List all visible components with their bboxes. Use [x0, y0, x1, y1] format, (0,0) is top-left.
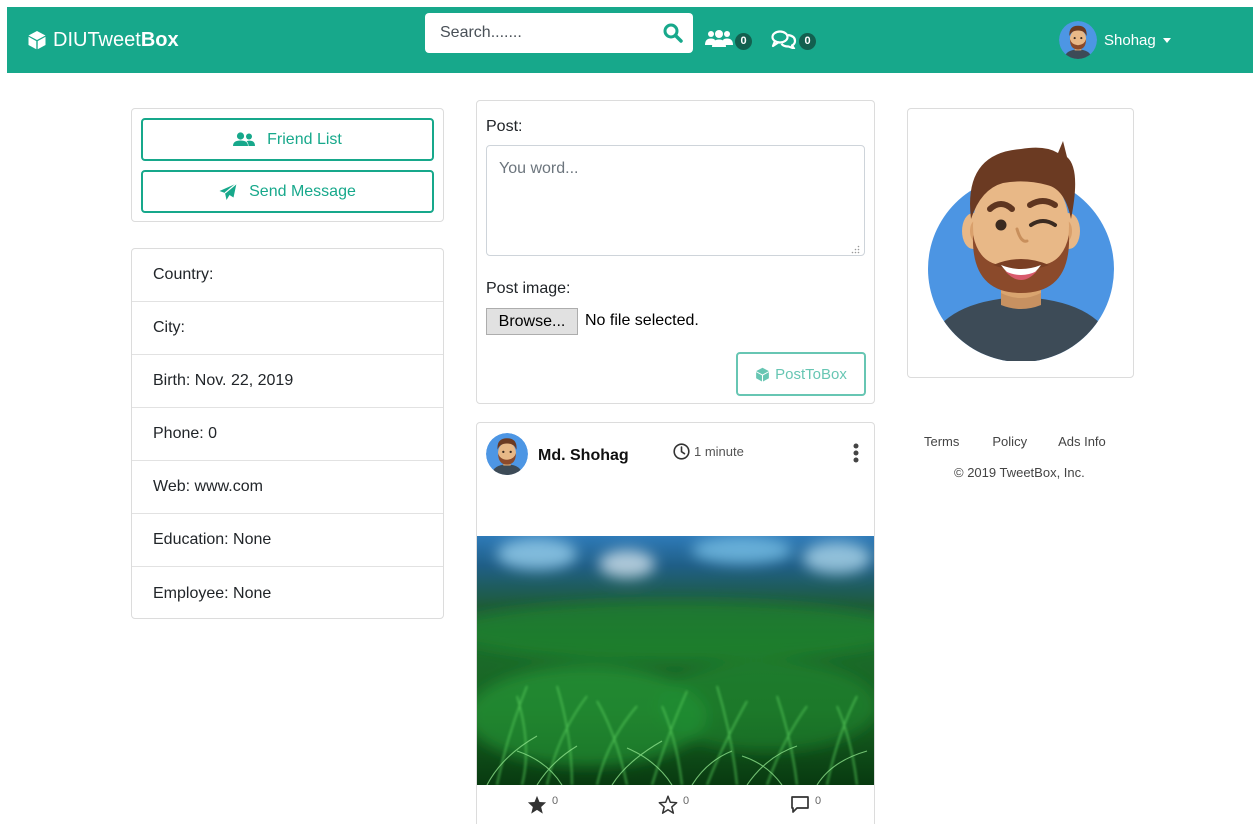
comment-count: 0: [815, 795, 822, 807]
clock-icon: [673, 443, 690, 460]
friend-list-button[interactable]: Friend List: [141, 118, 434, 161]
info-country: Country:: [132, 249, 443, 302]
username: Shohag: [1104, 31, 1156, 49]
browse-button[interactable]: Browse...: [486, 308, 578, 335]
post-to-box-button[interactable]: PostToBox: [736, 352, 866, 396]
users-icon: [705, 29, 733, 47]
friends-notification[interactable]: 0: [705, 27, 752, 50]
brand-name-part2: Box: [140, 28, 179, 51]
navbar: DIUTweetBox 0 0: [7, 7, 1253, 73]
post-image-label: Post image:: [486, 280, 571, 297]
users-icon: [233, 132, 256, 146]
more-options-icon[interactable]: [852, 442, 860, 464]
file-status: No file selected.: [585, 312, 699, 329]
star-outline-icon: [658, 795, 678, 814]
post-textarea[interactable]: [486, 145, 865, 256]
info-education: Education: None: [132, 514, 443, 567]
like-count: 0: [552, 795, 559, 807]
friend-list-label: Friend List: [267, 130, 342, 148]
post-composer: Post: Post image: Browse... No file sele…: [476, 100, 875, 404]
brand-logo[interactable]: DIUTweet Box: [27, 27, 179, 53]
info-birth: Birth: Nov. 22, 2019: [132, 355, 443, 408]
profile-actions-card: Friend List Send Message: [131, 108, 444, 222]
comment-icon: [791, 796, 809, 813]
favorite-count: 0: [683, 795, 690, 807]
profile-picture[interactable]: [913, 123, 1129, 361]
caret-down-icon: [1162, 37, 1171, 43]
cube-icon: [756, 367, 770, 381]
copyright: © 2019 TweetBox, Inc.: [954, 465, 1085, 480]
profile-picture-card: [907, 108, 1134, 378]
post-timestamp: 1 minute: [673, 443, 744, 460]
footer-links: Terms Policy Ads Info: [924, 434, 1106, 449]
paper-plane-icon: [219, 182, 238, 200]
footer-link-terms[interactable]: Terms: [924, 434, 959, 449]
footer-link-policy[interactable]: Policy: [992, 434, 1027, 449]
info-city: City:: [132, 302, 443, 355]
messages-notification[interactable]: 0: [771, 27, 816, 50]
messages-count-badge: 0: [799, 33, 816, 50]
post-author-avatar[interactable]: [486, 433, 528, 475]
search-box: [425, 13, 693, 53]
search-icon[interactable]: [663, 23, 683, 43]
favorite-action[interactable]: 0: [658, 795, 689, 814]
send-message-button[interactable]: Send Message: [141, 170, 434, 213]
post-time-text: 1 minute: [694, 444, 744, 459]
like-action[interactable]: 0: [527, 795, 558, 814]
footer-link-ads-info[interactable]: Ads Info: [1058, 434, 1106, 449]
comment-action[interactable]: 0: [790, 795, 821, 814]
info-employee: Employee: None: [153, 584, 272, 602]
post-author-name[interactable]: Md. Shohag: [538, 447, 629, 465]
cube-icon: [28, 31, 46, 50]
brand-name-part1: DIUTweet: [53, 28, 141, 51]
avatar: [1059, 21, 1097, 59]
star-filled-icon: [527, 795, 547, 814]
feed-post: Md. Shohag 1 minute 0 0 0: [476, 422, 875, 824]
user-menu[interactable]: Shohag: [1059, 21, 1171, 59]
profile-info-list: Country: City: Birth: Nov. 22, 2019 Phon…: [131, 248, 444, 619]
info-phone: Phone: 0: [132, 408, 443, 461]
post-image[interactable]: [477, 536, 874, 785]
send-message-label: Send Message: [249, 182, 356, 200]
comments-icon: [771, 29, 797, 49]
post-to-box-label: PostToBox: [775, 365, 847, 383]
info-web: Web: www.com: [132, 461, 443, 514]
friends-count-badge: 0: [735, 33, 752, 50]
search-input[interactable]: [425, 13, 655, 53]
post-label: Post:: [486, 118, 523, 135]
resize-grip-icon[interactable]: [851, 245, 860, 254]
